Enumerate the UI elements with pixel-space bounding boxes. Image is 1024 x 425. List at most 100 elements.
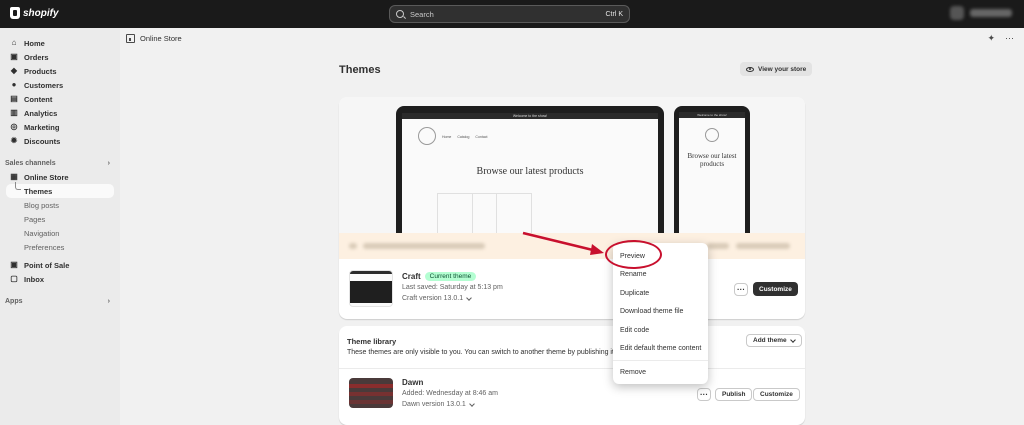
publish-button[interactable]: Publish [715, 388, 753, 401]
chevron-right-icon: › [107, 159, 110, 167]
preview-logo-mobile [705, 128, 719, 142]
sidebar-subitem-label: Blog posts [24, 200, 60, 210]
divider [339, 368, 805, 369]
menu-item-duplicate[interactable]: Duplicate [613, 284, 708, 303]
theme-library-card: Theme library These themes are only visi… [339, 326, 805, 425]
sidebar-item-label: Orders [24, 52, 49, 62]
sidebar-subitem-blog-posts[interactable]: Blog posts [0, 198, 120, 212]
search-placeholder: Search [410, 9, 434, 19]
view-store-label: View your store [758, 65, 807, 73]
sidebar-item-marketing[interactable]: ◎ Marketing [0, 120, 114, 134]
sidebar-item-orders[interactable]: ▣ Orders [0, 50, 114, 64]
sidebar-item-label: Inbox [24, 274, 44, 284]
laptop-screen: Welcome to the show! Home Catalog Contac… [402, 113, 658, 238]
preview-nav-item: Home [442, 135, 452, 139]
chevron-down-icon [789, 336, 796, 343]
thumb-band [349, 384, 393, 388]
orders-icon: ▣ [10, 52, 18, 61]
chart-icon: ▥ [10, 108, 18, 117]
search-icon [396, 10, 404, 18]
breadcrumb: Online Store [126, 34, 182, 43]
more-actions-icon[interactable]: ⋯ [1005, 33, 1014, 44]
sidebar-item-content[interactable]: ▤ Content [0, 92, 114, 106]
sidebar-item-analytics[interactable]: ▥ Analytics [0, 106, 114, 120]
preview-heading: Browse our latest products [476, 166, 584, 177]
theme-name: Dawn [402, 378, 424, 387]
shopify-logo[interactable]: shopify [10, 7, 59, 19]
page-title: Themes [339, 64, 381, 76]
sidebar-item-inbox[interactable]: ▢ Inbox [0, 272, 114, 286]
sidebar-item-products[interactable]: ◆ Products [0, 64, 114, 78]
dawn-theme-thumbnail [349, 378, 393, 408]
theme-version-toggle[interactable]: Craft version 13.0.1 [402, 294, 472, 302]
menu-item-edit-default-content[interactable]: Edit default theme content [613, 340, 708, 359]
thumb-band [349, 400, 393, 404]
theme-version-toggle[interactable]: Dawn version 13.0.1 [402, 400, 475, 408]
top-bar: shopify Search Ctrl K [0, 0, 1024, 28]
thumb-band [349, 392, 393, 396]
store-icon: ▦ [10, 172, 18, 181]
sidebar-item-label: Marketing [24, 122, 60, 132]
sidebar: ⌂ Home ▣ Orders ◆ Products ● Customers ▤… [0, 28, 120, 425]
banner-action-redacted [707, 243, 729, 249]
content-icon: ▤ [10, 94, 18, 103]
library-theme-more-button[interactable]: ··· [697, 388, 711, 401]
pos-icon: ▣ [10, 260, 18, 269]
target-icon: ◎ [10, 122, 18, 131]
preview-logo [418, 127, 436, 145]
sidebar-item-discounts[interactable]: ✹ Discounts [0, 134, 114, 148]
sidebar-item-customers[interactable]: ● Customers [0, 78, 114, 92]
preview-announcement-bar: Welcome to the show! [402, 113, 658, 119]
pin-icon[interactable]: ✦ [987, 33, 995, 44]
view-store-button[interactable]: View your store [740, 62, 813, 76]
menu-item-download-theme-file[interactable]: Download theme file [613, 303, 708, 322]
sidebar-subitem-label: Pages [24, 214, 46, 224]
discount-icon: ✹ [10, 136, 18, 145]
sidebar-subitem-label: Preferences [24, 242, 65, 252]
menu-item-remove[interactable]: Remove [613, 363, 708, 382]
theme-library-description: These themes are only visible to you. Yo… [347, 349, 614, 356]
theme-preview[interactable]: Welcome to the show! Home Catalog Contac… [339, 97, 805, 238]
apps-heading[interactable]: Apps › [0, 294, 120, 308]
sidebar-subitem-themes[interactable]: Themes [6, 182, 114, 198]
sidebar-item-point-of-sale[interactable]: ▣ Point of Sale [0, 258, 114, 272]
current-theme-name-row: Craft Current theme [402, 272, 477, 281]
sidebar-item-label: Home [24, 38, 45, 48]
phone-screen: Welcome to the show! Browse our latest p… [679, 112, 745, 236]
tree-connector [15, 182, 21, 190]
preview-nav-item: Contact [475, 135, 488, 139]
apps-label: Apps [5, 297, 23, 305]
add-theme-button[interactable]: Add theme [746, 334, 802, 347]
account-menu[interactable] [950, 6, 1012, 20]
store-icon [126, 34, 135, 43]
theme-last-saved: Last saved: Saturday at 5:13 pm [402, 284, 503, 291]
sidebar-item-label: Discounts [24, 136, 61, 146]
sidebar-subitem-navigation[interactable]: Navigation [0, 226, 120, 240]
home-icon: ⌂ [11, 38, 17, 47]
current-theme-more-button[interactable]: ··· [734, 283, 748, 296]
thumb-topbar [350, 271, 392, 274]
library-customize-button[interactable]: Customize [753, 388, 800, 401]
ellipsis-icon: ··· [700, 389, 708, 399]
theme-version: Craft version 13.0.1 [402, 295, 464, 302]
account-name-redacted [970, 9, 1012, 17]
sidebar-subitem-pages[interactable]: Pages [0, 212, 120, 226]
sidebar-item-home[interactable]: ⌂ Home [0, 36, 114, 50]
customize-button[interactable]: Customize [753, 282, 798, 296]
current-theme-card: Welcome to the show! Home Catalog Contac… [339, 97, 805, 319]
phone-mockup: Welcome to the show! Browse our latest p… [674, 106, 750, 236]
sales-channels-heading[interactable]: Sales channels › [0, 156, 120, 170]
sidebar-subitem-preferences[interactable]: Preferences [0, 240, 120, 254]
breadcrumb-label[interactable]: Online Store [140, 34, 182, 43]
search-bar[interactable]: Search Ctrl K [389, 5, 630, 23]
menu-item-edit-code[interactable]: Edit code [613, 321, 708, 340]
sidebar-subitem-label: Navigation [24, 228, 60, 238]
library-theme-name-row: Dawn [402, 378, 423, 387]
theme-library-title: Theme library [347, 337, 397, 346]
theme-version: Dawn version 13.0.1 [402, 401, 466, 408]
password-protection-banner [339, 233, 805, 259]
page-header-actions: ✦ ⋯ [987, 33, 1014, 44]
shopify-bag-icon [10, 7, 20, 19]
